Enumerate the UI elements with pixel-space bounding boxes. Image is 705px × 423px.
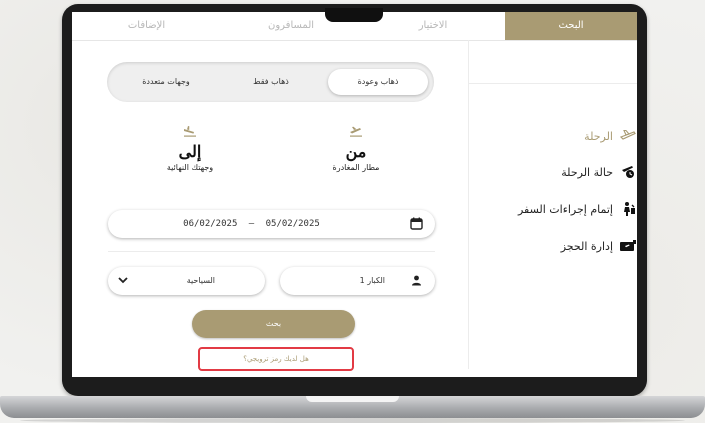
- person-icon: [412, 275, 421, 286]
- camera-notch: [325, 8, 383, 22]
- plane-icon: [619, 127, 637, 145]
- origin-title: من: [345, 142, 367, 161]
- trip-type-toggle: ذهاب وعودة ذهاب فقط وجهات متعددة: [107, 62, 434, 102]
- destination-subtitle: وجهتك النهائية: [166, 163, 214, 172]
- cabin-class-label: السياحية: [186, 276, 215, 285]
- destination-title: إلى: [178, 142, 202, 161]
- passengers-field[interactable]: 1 الكبار: [280, 267, 435, 295]
- landing-icon: [184, 126, 196, 137]
- plane-status-icon: [619, 163, 637, 181]
- tab-extras[interactable]: الإضافات: [72, 12, 221, 40]
- laptop-base: [0, 396, 705, 418]
- origin-subtitle: مطار المغادرة: [332, 163, 380, 172]
- sidebar-item-flight-status[interactable]: حالة الرحلة: [468, 162, 637, 182]
- divider: [108, 251, 435, 252]
- destination-field[interactable]: إلى وجهتك النهائية: [135, 125, 245, 172]
- sidebar-item-checkin[interactable]: إتمام إجراءات السفر: [468, 199, 637, 219]
- traveler-checkin-icon: [619, 200, 637, 218]
- ticket-icon: [619, 237, 637, 255]
- return-date: 06/02/2025: [183, 219, 238, 229]
- depart-date: 05/02/2025: [265, 219, 320, 229]
- sidebar-item-label: الرحلة: [584, 129, 613, 143]
- tab-search[interactable]: البحث: [505, 12, 637, 40]
- cabin-class-select[interactable]: السياحية: [108, 267, 265, 295]
- search-button[interactable]: بحث: [192, 310, 355, 338]
- trip-option-multi-city[interactable]: وجهات متعددة: [116, 69, 216, 95]
- sidebar-header: [468, 40, 637, 84]
- takeoff-icon: [350, 126, 362, 137]
- promo-code-highlight: هل لديك رمز ترويجي؟: [198, 347, 354, 371]
- laptop-lid: البحث الاختيار المسافرون الإضافات ذهاب و…: [62, 4, 647, 396]
- passengers-label: 1 الكبار: [359, 276, 385, 285]
- calendar-icon: [410, 217, 423, 230]
- sidebar-item-label: إتمام إجراءات السفر: [517, 202, 613, 216]
- date-separator: –: [248, 219, 255, 229]
- chevron-down-icon: [118, 277, 128, 284]
- search-panel: ذهاب وعودة ذهاب فقط وجهات متعددة من مطار…: [72, 40, 469, 371]
- trip-option-one-way[interactable]: ذهاب فقط: [226, 69, 316, 95]
- sidebar-item-manage-booking[interactable]: إدارة الحجز: [468, 236, 637, 256]
- laptop-base-notch: [306, 396, 399, 402]
- sidebar-item-flight[interactable]: الرحلة: [468, 126, 637, 146]
- date-range-text: 06/02/2025 – 05/02/2025: [108, 210, 395, 238]
- app-screen: البحث الاختيار المسافرون الإضافات ذهاب و…: [72, 12, 637, 377]
- sidebar-item-label: إدارة الحجز: [560, 239, 613, 253]
- origin-field[interactable]: من مطار المغادرة: [301, 125, 411, 172]
- sidebar-item-label: حالة الرحلة: [561, 165, 613, 179]
- laptop-shadow: [20, 418, 685, 423]
- date-range-field[interactable]: 06/02/2025 – 05/02/2025: [108, 210, 435, 238]
- trip-option-round-trip[interactable]: ذهاب وعودة: [328, 69, 428, 95]
- sidebar-menu: الرحلة حالة الرحلة إتمام إجراءات السفر إ…: [468, 40, 637, 369]
- promo-code-link[interactable]: هل لديك رمز ترويجي؟: [200, 349, 352, 369]
